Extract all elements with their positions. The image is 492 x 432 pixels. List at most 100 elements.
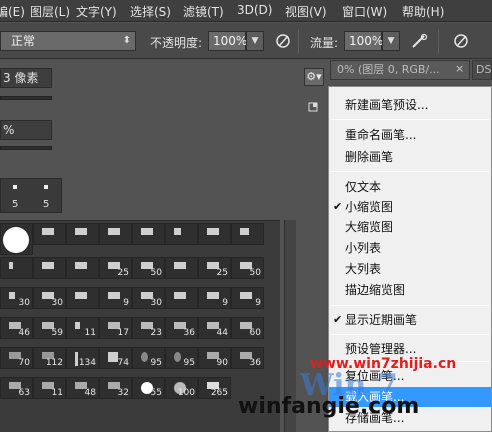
menu-item-rename[interactable]: 重命名画笔... [329, 125, 491, 145]
brush-thumbnail[interactable]: 50 [231, 257, 264, 279]
flow-label: 流量: [310, 36, 339, 50]
menu-item-stroke-thumbnail[interactable]: 描边缩览图 [329, 280, 491, 300]
pen-pressure-size-icon[interactable] [450, 31, 472, 51]
menu-item-delete[interactable]: 删除画笔 [329, 147, 491, 167]
brush-thumbnail[interactable]: 112 [33, 347, 66, 369]
brush-thumbnail[interactable] [33, 257, 66, 279]
watermark-bottom: winfangie.com [238, 394, 420, 419]
brush-thumbnail[interactable]: 25 [99, 257, 132, 279]
brush-thumbnail[interactable] [66, 287, 99, 309]
brush-size-field[interactable]: 3 像素 [0, 68, 52, 88]
updown-arrow-icon: ⬍ [122, 35, 131, 46]
brush-thumbnail[interactable]: 134 [66, 347, 99, 369]
pen-pressure-icon[interactable] [272, 31, 294, 51]
menu-item-small-thumbnail[interactable]: ✔ 小缩览图 [329, 197, 491, 217]
recent-brush-size: 5 [43, 199, 50, 210]
airbrush-icon[interactable] [408, 31, 430, 51]
brush-thumbnail[interactable] [165, 223, 198, 245]
document-tab[interactable]: 0% (图层 0, RGB/... [330, 60, 470, 80]
options-bar: 正常 ⬍ 不透明度: 100% ▼ 流量: 100% ▼ [0, 23, 492, 59]
menu-help[interactable]: 帮助(H) [402, 3, 444, 20]
brush-thumbnail[interactable]: 265 [198, 377, 231, 399]
brush-thumbnail[interactable]: 9 [99, 287, 132, 309]
brush-thumbnail[interactable]: 36 [165, 317, 198, 339]
checkmark-icon: ✔ [333, 200, 343, 213]
brush-thumbnail[interactable] [165, 287, 198, 309]
brush-size-slider[interactable] [0, 96, 52, 100]
opacity-input[interactable]: 100% [208, 31, 247, 51]
flow-input[interactable]: 100% [344, 31, 383, 51]
brush-thumbnail[interactable]: 36 [231, 347, 264, 369]
brush-thumbnail[interactable]: 32 [99, 377, 132, 399]
recent-brushes-strip: 5 5 [0, 178, 62, 213]
brush-thumbnail[interactable]: 11 [33, 377, 66, 399]
brush-thumbnail[interactable]: 25 [198, 257, 231, 279]
brush-thumbnail[interactable] [66, 257, 99, 279]
brush-thumbnail[interactable]: 55 [132, 377, 165, 399]
brush-hardness-field[interactable]: % [0, 120, 52, 140]
menu-type[interactable]: 文字(Y) [76, 3, 117, 20]
brush-thumbnail[interactable] [231, 223, 264, 245]
menu-filter[interactable]: 滤镜(T) [183, 3, 224, 20]
options-divider [438, 29, 439, 53]
menu-layer[interactable]: 图层(L) [30, 3, 70, 20]
menu-item-show-recent[interactable]: ✔ 显示近期画笔 [329, 310, 491, 330]
brush-thumbnail[interactable]: 11 [66, 317, 99, 339]
brush-thumbnail[interactable]: 63 [0, 377, 33, 399]
brush-thumbnail[interactable]: 9 [198, 287, 231, 309]
opacity-dropdown-button[interactable]: ▼ [246, 31, 264, 51]
brush-hardness-slider[interactable] [0, 146, 52, 150]
brush-thumbnail[interactable]: 74 [99, 347, 132, 369]
recent-brush-size: 5 [12, 199, 19, 210]
brush-thumbnail[interactable]: 30 [0, 287, 33, 309]
blend-mode-value: 正常 [11, 34, 36, 48]
brush-thumbnail[interactable]: 30 [132, 287, 165, 309]
menu-edit[interactable]: 编(E) [0, 3, 25, 20]
menu-3d[interactable]: 3D(D) [237, 3, 272, 17]
brush-thumbnail[interactable]: 95 [165, 347, 198, 369]
brush-thumbnail[interactable]: 30 [33, 287, 66, 309]
close-icon[interactable]: × [455, 62, 464, 75]
menu-item-large-list[interactable]: 大列表 [329, 259, 491, 279]
brush-tip-icon[interactable] [13, 185, 17, 189]
menu-bar: 编(E) 图层(L) 文字(Y) 选择(S) 滤镜(T) 3D(D) 视图(V)… [0, 0, 492, 22]
menu-window[interactable]: 窗口(W) [342, 3, 387, 20]
flow-dropdown-button[interactable]: ▼ [382, 31, 400, 51]
brush-thumbnail[interactable]: 48 [66, 377, 99, 399]
document-tab-second[interactable]: DS [472, 60, 492, 80]
brush-thumbnail[interactable]: 44 [198, 317, 231, 339]
opacity-label: 不透明度: [150, 36, 203, 50]
brush-thumbnail[interactable]: 60 [231, 317, 264, 339]
brush-thumbnail[interactable] [198, 223, 231, 245]
new-preset-icon[interactable] [308, 102, 318, 112]
brush-tip-icon[interactable] [44, 185, 48, 189]
brush-thumbnail[interactable] [132, 223, 165, 245]
brush-thumbnail[interactable] [165, 257, 198, 279]
brush-thumbnail[interactable] [33, 223, 66, 245]
menu-divider [331, 305, 489, 306]
brush-thumbnail[interactable] [0, 257, 33, 279]
brush-thumbnail[interactable]: 50 [132, 257, 165, 279]
brush-thumbnail[interactable]: 95 [132, 347, 165, 369]
brush-thumbnail[interactable]: 23 [132, 317, 165, 339]
menu-item-text-only[interactable]: 仅文本 [329, 177, 491, 197]
menu-view[interactable]: 视图(V) [285, 3, 327, 20]
brush-thumbnail[interactable]: 100 [165, 377, 198, 399]
menu-item-large-thumbnail[interactable]: 大缩览图 [329, 217, 491, 237]
brush-thumbnail-selected[interactable] [0, 223, 33, 255]
brush-thumbnail[interactable]: 59 [33, 317, 66, 339]
menu-select[interactable]: 选择(S) [130, 3, 171, 20]
blend-mode-select[interactable]: 正常 ⬍ [0, 31, 136, 51]
menu-item-small-list[interactable]: 小列表 [329, 238, 491, 258]
brush-thumbnail[interactable] [66, 223, 99, 245]
brush-thumbnail[interactable]: 70 [0, 347, 33, 369]
brush-thumbnail[interactable]: 17 [99, 317, 132, 339]
menu-item-new-preset[interactable]: 新建画笔预设... [329, 95, 491, 115]
brush-thumbnail[interactable]: 9 [231, 287, 264, 309]
brush-thumbnail[interactable]: 90 [198, 347, 231, 369]
brush-thumbnail[interactable] [99, 223, 132, 245]
options-divider [298, 29, 299, 53]
gear-icon[interactable]: ⚙▾ [304, 68, 324, 86]
brush-thumbnail[interactable]: 46 [0, 317, 33, 339]
menu-divider [331, 119, 489, 120]
